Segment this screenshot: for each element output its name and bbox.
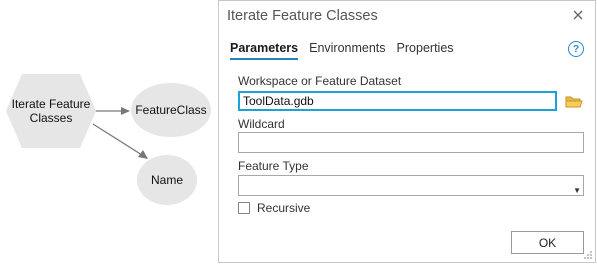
close-button[interactable] (569, 6, 587, 24)
recursive-label: Recursive (257, 201, 311, 215)
iterator-node-label: Iterate Feature Classes (11, 97, 91, 125)
tab-environments[interactable]: Environments (309, 41, 385, 60)
ok-button[interactable]: OK (511, 231, 584, 254)
name-node-label: Name (150, 173, 183, 187)
browse-folder-button[interactable] (565, 93, 583, 109)
tab-properties[interactable]: Properties (397, 41, 454, 60)
tool-dialog: Iterate Feature Classes Parameters Envir… (218, 0, 596, 263)
connector-iterator-name (92, 123, 143, 156)
help-icon[interactable]: ? (568, 41, 584, 57)
arrowhead-name (138, 150, 148, 159)
close-icon (573, 10, 583, 20)
workspace-input[interactable]: ToolData.gdb (238, 91, 557, 111)
dialog-title: Iterate Feature Classes (227, 8, 378, 24)
feature-type-select[interactable]: ▼ (238, 175, 584, 196)
tab-parameters[interactable]: Parameters (230, 41, 299, 60)
tab-bar: Parameters Environments Properties (230, 41, 454, 60)
recursive-checkbox[interactable] (238, 202, 250, 214)
model-diagram: Iterate Feature Classes FeatureClass Nam… (0, 0, 220, 264)
wildcard-label: Wildcard (238, 117, 285, 131)
wildcard-input[interactable] (238, 132, 584, 153)
folder-icon (565, 96, 583, 108)
chevron-down-icon: ▼ (573, 186, 581, 195)
diagram-canvas (6, 74, 211, 205)
feature-type-label: Feature Type (238, 159, 309, 173)
featureclass-node-label: FeatureClass (135, 103, 207, 117)
workspace-label: Workspace or Feature Dataset (238, 74, 402, 88)
resize-grip-icon[interactable] (583, 250, 593, 260)
arrowhead-featureclass (121, 107, 130, 115)
